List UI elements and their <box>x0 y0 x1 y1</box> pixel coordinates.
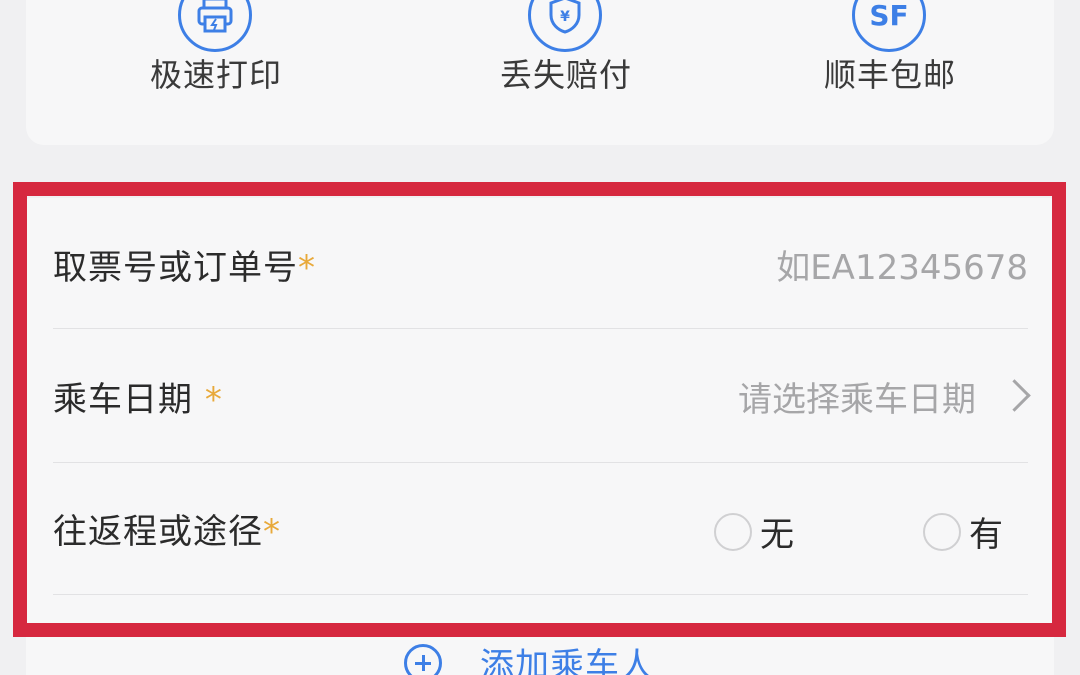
features-card: 极速打印 ¥ 丢失赔付 SF 顺丰包邮 <box>26 0 1054 145</box>
svg-text:¥: ¥ <box>560 9 570 25</box>
ticket-number-row[interactable]: 取票号或订单号* 如EA12345678 <box>53 240 1028 290</box>
radio-circle[interactable] <box>714 512 752 551</box>
radio-circle[interactable] <box>923 512 961 551</box>
feature-label: 顺丰包邮 <box>823 56 956 94</box>
travel-date-row[interactable]: 乘车日期 * 请选择乘车日期 <box>53 372 1031 422</box>
sf-express-icon: SF <box>852 0 926 52</box>
radio-label: 有 <box>969 515 1003 555</box>
required-mark: * <box>298 248 316 288</box>
page: 极速打印 ¥ 丢失赔付 SF 顺丰包邮 取票号或订单号* 如EA12345678 <box>0 0 1080 675</box>
divider <box>53 462 1028 463</box>
travel-date-label: 乘车日期 * <box>53 380 223 420</box>
chevron-right-icon <box>998 379 1031 412</box>
divider <box>53 594 1028 595</box>
required-mark: * <box>263 512 281 552</box>
feature-fast-print[interactable]: 极速打印 <box>106 0 326 118</box>
travel-date-picker[interactable]: 请选择乘车日期 <box>738 372 976 421</box>
ticket-number-label: 取票号或订单号* <box>53 248 316 288</box>
feature-loss-compensation[interactable]: ¥ 丢失赔付 <box>456 0 676 118</box>
radio-option-yes[interactable]: 有 <box>923 507 1003 556</box>
add-passenger-label: 添加乘车人 <box>480 646 655 675</box>
round-trip-label: 往返程或途径* <box>53 512 281 552</box>
svg-text:SF: SF <box>869 0 908 32</box>
feature-label: 极速打印 <box>149 56 282 94</box>
add-passenger-button[interactable]: 添加乘车人 <box>404 638 655 675</box>
required-mark: * <box>204 380 223 420</box>
divider <box>53 328 1028 329</box>
printer-bolt-icon <box>178 0 252 52</box>
feature-sf-free-shipping[interactable]: SF 顺丰包邮 <box>780 0 1000 118</box>
shield-yen-icon: ¥ <box>528 0 602 52</box>
plus-circle-icon <box>404 643 442 675</box>
ticket-number-input[interactable]: 如EA12345678 <box>776 240 1028 289</box>
radio-label: 无 <box>760 515 794 555</box>
feature-label: 丢失赔付 <box>499 56 632 94</box>
radio-option-no[interactable]: 无 <box>714 507 794 556</box>
round-trip-row: 往返程或途径* 无 有 <box>53 504 1028 556</box>
